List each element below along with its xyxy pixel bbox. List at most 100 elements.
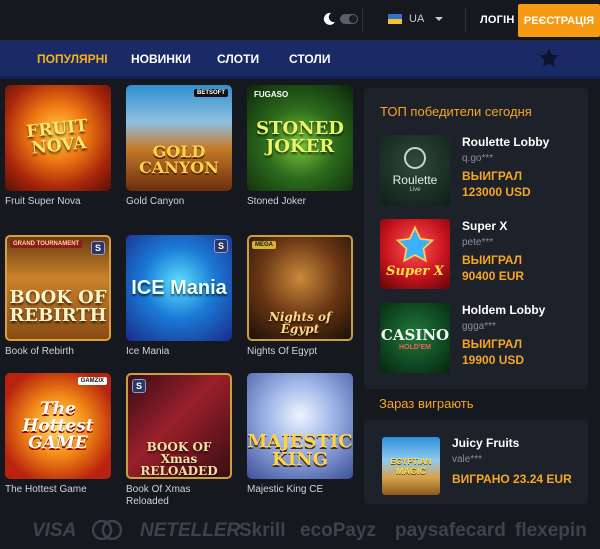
flexepin-logo: flexepin [515,520,587,541]
s-badge: S [214,239,228,253]
game-card-majestic-king[interactable]: MAJESTIC KING Majestic King CE [247,373,353,496]
category-nav: ПОПУЛЯРНІ НОВИНКИ СЛОТИ СТОЛИ [0,41,600,79]
paysafecard-logo: paysafecard [395,520,506,541]
tournament-badge: GRAND TOURNAMENT [10,240,83,248]
game-name: Book of Rebirth [5,346,74,357]
neteller-logo: NETELLER [140,520,241,541]
theme-toggle[interactable] [322,12,358,26]
thumbnail-title: Super X [386,263,444,279]
mega-badge: MEGA [252,241,276,249]
ukraine-flag-icon [388,14,402,24]
chevron-down-icon [435,17,444,21]
thumbnail-title: GOLD CANYON [139,142,219,177]
game-name: Majestic King CE [247,484,324,495]
winner-game: Roulette Lobby [462,135,550,149]
winner-label: ВЫИГРАЛ [462,169,523,183]
thumbnail-subtitle: MAGIC [396,465,426,476]
top-bar: UA ЛОГІН РЕЄСТРАЦІЯ [0,0,600,41]
thumbnail-title: FRUIT NOVA [25,115,89,159]
winner-label: ВЫИГРАЛ [462,253,523,267]
game-card-book-of-xmas-reloaded[interactable]: S BOOK OF Xmas RELOADED Book Of Xmas Rel… [126,373,232,508]
tab-slots[interactable]: СЛОТИ [217,52,259,66]
thumbnail-title: Roulette [392,173,438,187]
winner-thumbnail: CASINO HOLD'EM [380,303,450,373]
game-card-nights-of-egypt[interactable]: MEGA Nights of Egypt Nights Of Egypt [247,235,353,358]
register-button[interactable]: РЕЄСТРАЦІЯ [518,4,600,37]
top-winners-panel: ТОП победители сегодня Roulette Live Rou… [364,88,588,389]
thumbnail-title: BOOK OF REBIRTH [9,287,107,326]
game-card-fruit-super-nova[interactable]: FRUIT NOVA Fruit Super Nova [5,85,111,208]
winner-thumbnail: Roulette Live [380,135,450,205]
winner-item[interactable]: Roulette Live Roulette Lobby q.go*** ВЫИ… [380,135,580,205]
game-name: Ice Mania [126,346,170,357]
thumbnail-title: STONED JOKER [256,118,344,157]
login-button[interactable]: ЛОГІН [480,14,515,26]
game-name: Stoned Joker [247,196,306,207]
skrill-logo: Skrill [239,520,286,541]
game-thumbnail: MEGA Nights of Egypt [247,235,353,341]
winning-now-game: Juicy Fruits [452,436,520,450]
thumbnail-title: BOOK OF Xmas RELOADED [140,440,218,478]
winner-item[interactable]: CASINO HOLD'EM Holdem Lobby ggga*** ВЫИГ… [380,303,580,373]
game-name: Gold Canyon [126,196,185,207]
winning-now-user: vale*** [452,454,483,465]
thumbnail-title: MAJESTIC KING [247,431,353,470]
game-card-stoned-joker[interactable]: FUGASO STONED JOKER Stoned Joker [247,85,353,208]
winning-now-title: Зараз виграють [379,396,474,411]
thumbnail-title: The Hottest GAME [22,398,94,453]
winner-amount: 123000 USD [462,185,531,199]
tab-new[interactable]: НОВИНКИ [131,52,191,66]
game-thumbnail: FUGASO STONED JOKER [247,85,353,191]
tab-popular[interactable]: ПОПУЛЯРНІ [37,52,108,66]
game-name: Nights Of Egypt [247,346,318,357]
game-card-the-hottest-game[interactable]: GAMZIX The Hottest GAME The Hottest Game [5,373,111,496]
winning-now-item[interactable]: EGYPTIAN MAGIC Juicy Fruits vale*** ВИГР… [364,420,588,504]
moon-icon [323,12,335,25]
game-thumbnail: S ICE Mania [126,235,232,341]
language-selector[interactable]: UA [388,13,444,25]
ecopayz-logo: ecoPayz [300,520,377,541]
winning-now-amount: ВИГРАНО 23.24 EUR [452,472,572,486]
winner-user: pete*** [462,237,494,248]
winner-amount: 90400 EUR [462,269,525,283]
mastercard-logo-icon [91,519,123,546]
provider-badge: GAMZIX [77,377,107,385]
game-name: Book Of Xmas Reloaded [126,484,191,507]
toggle-track [340,14,358,24]
game-name: Fruit Super Nova [5,196,81,207]
star-icon [395,225,435,263]
game-thumbnail: GRAND TOURNAMENT S BOOK OF REBIRTH [5,235,111,341]
tab-tables[interactable]: СТОЛИ [289,52,330,66]
winner-user: ggga*** [462,321,496,332]
game-thumbnail: BETSOFT GOLD CANYON [126,85,232,191]
winner-item[interactable]: Super X Super X pete*** ВЫИГРАЛ 90400 EU… [380,219,580,289]
provider-badge: FUGASO [254,90,289,99]
divider [362,8,363,32]
visa-logo: VISA [32,520,77,541]
game-thumbnail: GAMZIX The Hottest GAME [5,373,111,479]
game-card-ice-mania[interactable]: S ICE Mania Ice Mania [126,235,232,358]
provider-badge: BETSOFT [194,89,228,97]
game-card-book-of-rebirth[interactable]: GRAND TOURNAMENT S BOOK OF REBIRTH Book … [5,235,111,358]
favorites-star-icon[interactable] [538,47,560,69]
thumbnail-title: Nights of Egypt [268,310,332,336]
game-card-gold-canyon[interactable]: BETSOFT GOLD CANYON Gold Canyon [126,85,232,208]
s-badge: S [91,241,105,255]
game-thumbnail: MAJESTIC KING [247,373,353,479]
thumbnail-title: ICE Mania [131,277,227,299]
winner-user: q.go*** [462,153,494,164]
winner-amount: 19900 USD [462,353,525,367]
s-badge: S [132,379,146,393]
winner-game: Super X [462,219,508,233]
game-thumbnail: FRUIT NOVA [5,85,111,191]
thumbnail-subtitle: Live [409,187,421,193]
divider [465,8,466,32]
roulette-wheel-icon [404,147,426,169]
winner-label: ВЫИГРАЛ [462,337,523,351]
winner-game: Holdem Lobby [462,303,546,317]
winner-thumbnail: Super X [380,219,450,289]
language-code: UA [409,13,425,25]
thumbnail-title: CASINO [380,325,450,344]
top-winners-title: ТОП победители сегодня [380,104,532,119]
winning-now-thumbnail: EGYPTIAN MAGIC [382,437,440,495]
